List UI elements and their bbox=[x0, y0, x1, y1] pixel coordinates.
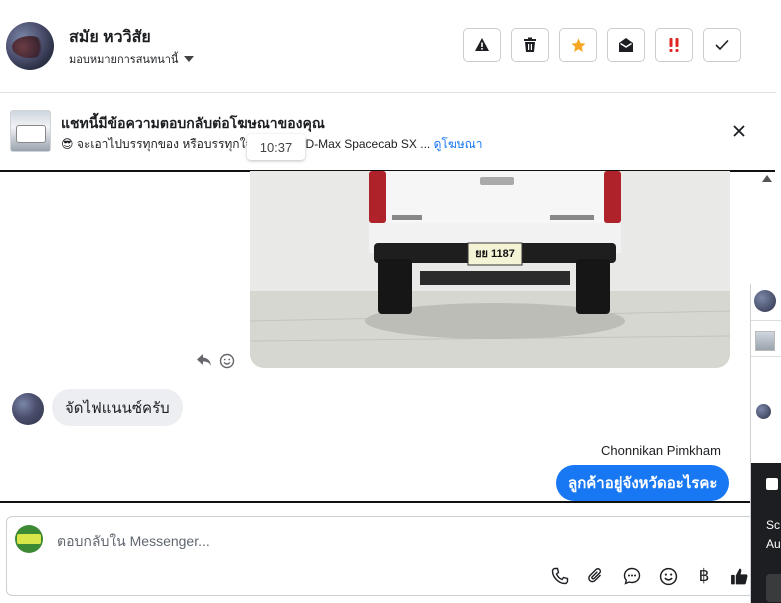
thumbs-up-icon bbox=[730, 568, 747, 584]
side-panel-divider bbox=[751, 320, 781, 321]
emoji-button[interactable] bbox=[657, 565, 679, 587]
assign-label: มอบหมายการสนทนานี้ bbox=[69, 54, 179, 66]
attach-button[interactable] bbox=[585, 565, 607, 587]
shared-photo[interactable]: ยย 1187 bbox=[250, 171, 730, 368]
call-button[interactable] bbox=[549, 565, 571, 587]
saved-replies-button[interactable] bbox=[621, 565, 643, 587]
react-button[interactable] bbox=[219, 353, 235, 374]
license-plate-text: ยย 1187 bbox=[475, 248, 515, 260]
chat-bubble-icon bbox=[623, 567, 641, 585]
sunglasses-emoji-icon: 😎 bbox=[61, 137, 74, 151]
contact-avatar-small bbox=[12, 393, 44, 425]
emoji-icon bbox=[659, 567, 677, 585]
side-panel-card-icon bbox=[766, 478, 778, 490]
star-icon bbox=[570, 37, 586, 52]
incoming-message-bubble[interactable]: จัดไฟแนนซ์ครับ bbox=[52, 389, 183, 426]
contact-avatar[interactable] bbox=[6, 22, 54, 70]
messenger-reply-input[interactable] bbox=[55, 529, 539, 553]
like-button[interactable] bbox=[728, 565, 750, 587]
phone-icon bbox=[551, 567, 569, 585]
reply-icon bbox=[197, 354, 211, 366]
scroll-up-arrow-icon[interactable] bbox=[762, 175, 772, 182]
smiley-icon bbox=[219, 353, 235, 369]
side-panel-ad-thumbnail bbox=[755, 331, 775, 351]
timestamp-tooltip: 10:37 bbox=[247, 134, 305, 160]
warning-icon bbox=[475, 38, 489, 51]
side-panel-avatar bbox=[754, 290, 776, 312]
report-spam-button[interactable] bbox=[463, 28, 501, 62]
delete-button[interactable] bbox=[511, 28, 549, 62]
trash-icon bbox=[524, 37, 536, 52]
ad-thumbnail[interactable] bbox=[10, 110, 51, 152]
baht-icon: ฿ bbox=[698, 566, 710, 585]
mark-done-button[interactable] bbox=[703, 28, 741, 62]
pickup-truck-image: ยย 1187 bbox=[250, 171, 730, 368]
side-panel-avatar-small bbox=[756, 404, 771, 419]
close-ad-banner-button[interactable] bbox=[730, 122, 748, 140]
outgoing-message-bubble[interactable]: ลูกค้าอยู่จังหวัดอะไรคะ bbox=[556, 465, 730, 501]
star-button[interactable] bbox=[559, 28, 597, 62]
side-panel-divider bbox=[751, 356, 781, 357]
side-panel-card-text: Sc Au bbox=[766, 516, 781, 554]
paperclip-icon bbox=[588, 568, 602, 583]
side-panel-card-line1: Sc bbox=[766, 518, 781, 532]
side-panel-card-line2: Au bbox=[766, 537, 781, 551]
follow-up-button[interactable] bbox=[655, 28, 693, 62]
exclamation-icon bbox=[669, 38, 679, 52]
mark-unread-button[interactable] bbox=[607, 28, 645, 62]
side-panel-card-button[interactable] bbox=[766, 574, 781, 602]
view-ad-link[interactable]: ดูโฆษณา bbox=[434, 137, 483, 151]
sender-name: Chonnikan Pimkham bbox=[601, 443, 721, 458]
envelope-open-icon bbox=[619, 38, 633, 52]
close-icon bbox=[733, 125, 745, 137]
contact-name[interactable]: สมัย หววิสัย bbox=[69, 25, 151, 50]
page-avatar bbox=[15, 525, 43, 553]
assign-conversation-dropdown[interactable]: มอบหมายการสนทนานี้ bbox=[69, 50, 195, 68]
reply-button[interactable] bbox=[196, 353, 212, 372]
payment-button[interactable]: ฿ bbox=[693, 565, 715, 587]
ad-banner-title: แชทนี้มีข้อความตอบกลับต่อโฆษณาของคุณ bbox=[61, 115, 325, 131]
caret-down-icon bbox=[184, 56, 195, 62]
check-icon bbox=[715, 39, 729, 51]
